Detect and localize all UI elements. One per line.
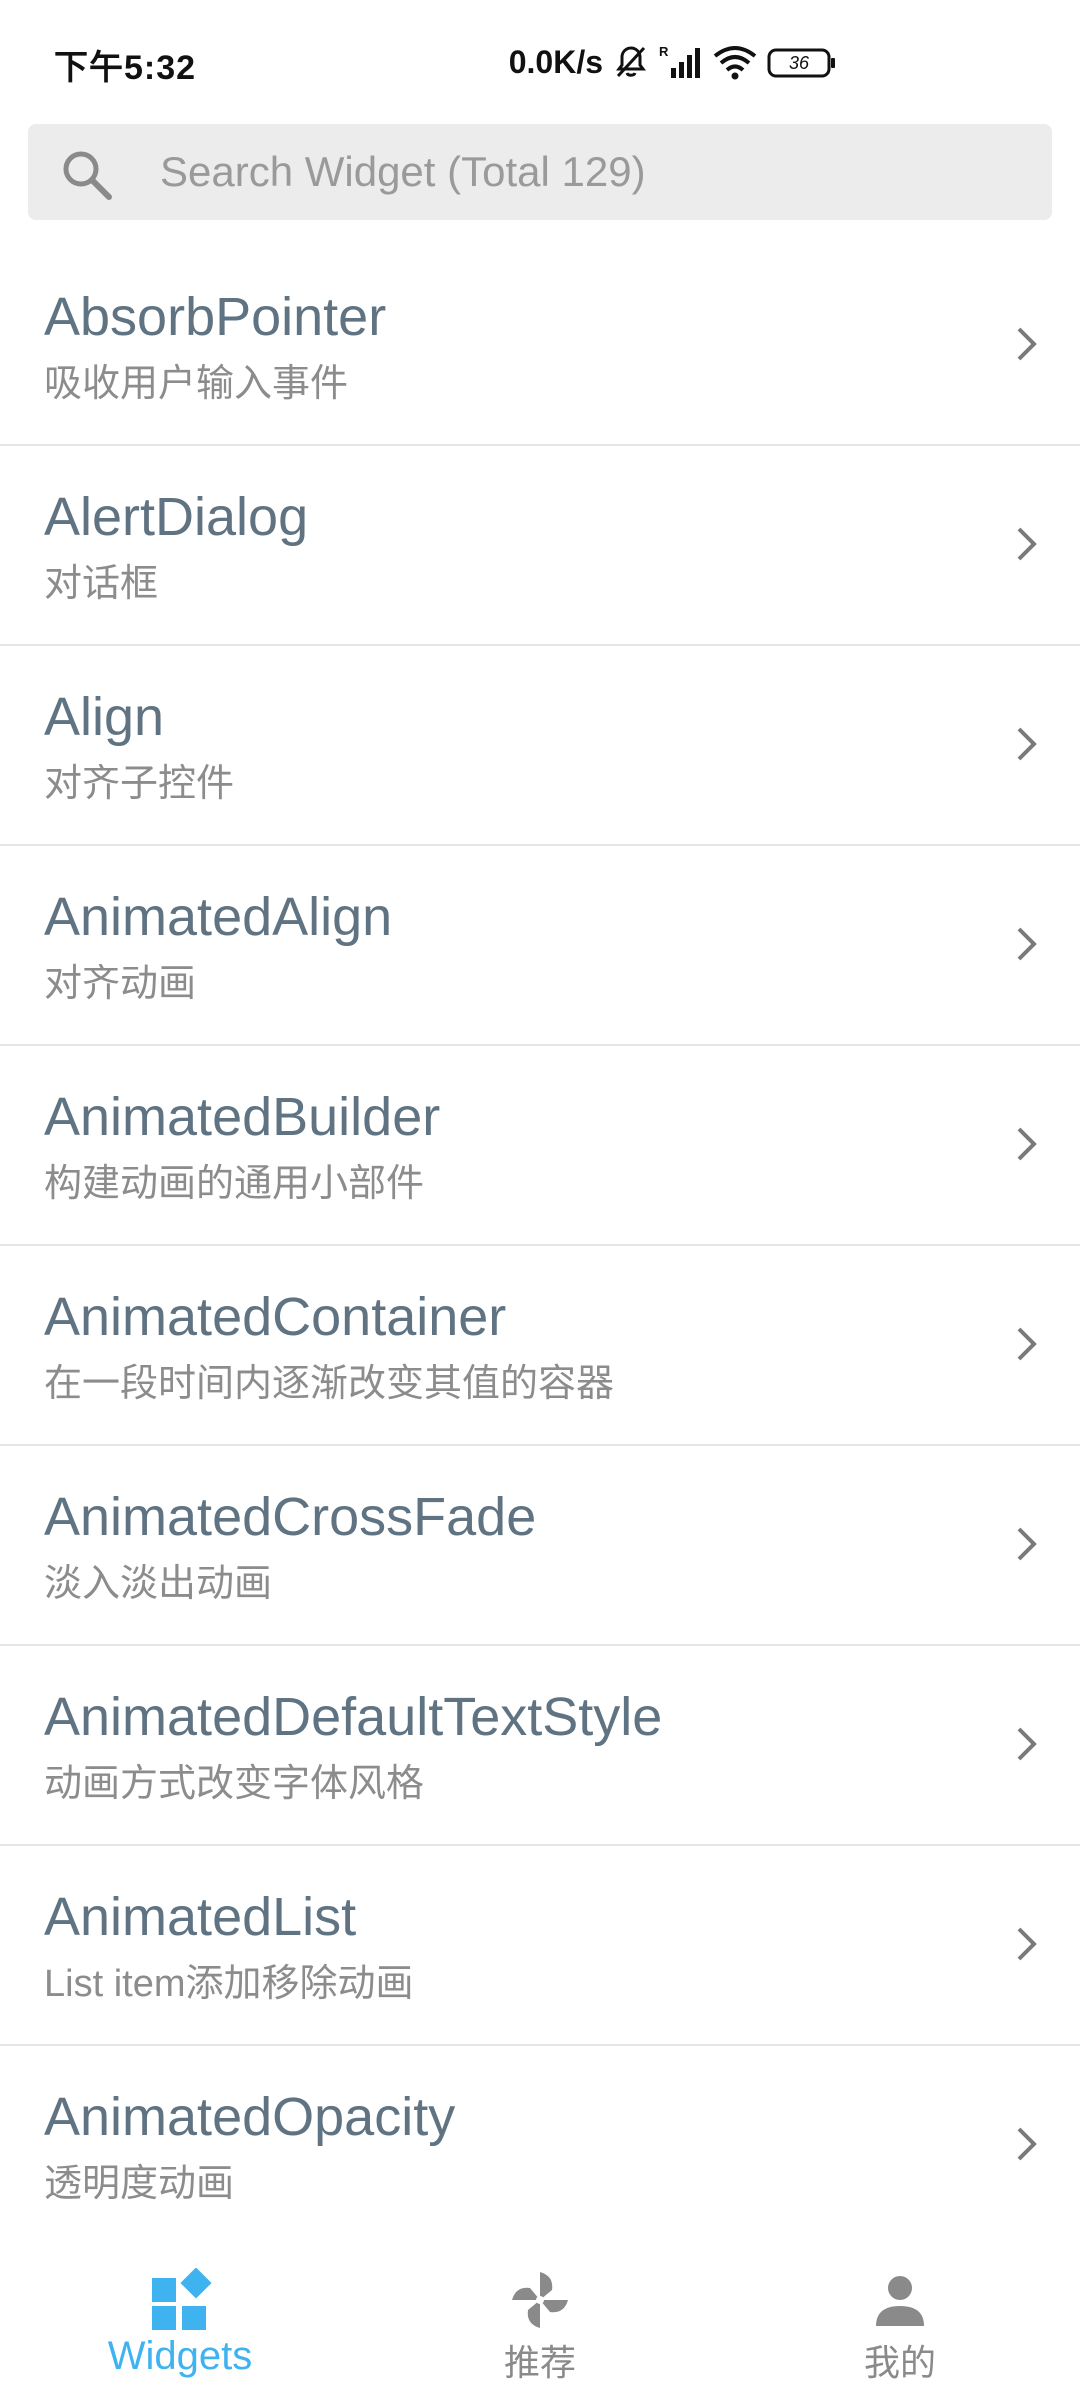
item-title: AnimatedAlign [44,887,393,947]
list-item[interactable]: AnimatedBuilder 构建动画的通用小部件 [0,1046,1080,1246]
widgets-icon [152,2268,212,2330]
chevron-right-icon [1017,1327,1037,1361]
list-item[interactable]: AnimatedDefaultTextStyle 动画方式改变字体风格 [0,1646,1080,1846]
list-item[interactable]: AnimatedAlign 对齐动画 [0,846,1080,1046]
bottom-nav: Widgets 推荐 我的 [0,2240,1080,2400]
chevron-right-icon [1017,927,1037,961]
person-icon [876,2276,924,2326]
nav-label-widgets: Widgets [107,2334,253,2378]
item-subtitle: List item添加移除动画 [44,1963,414,2005]
nav-label-recommend: 推荐 [503,2342,576,2383]
list-item[interactable]: AnimatedContainer 在一段时间内逐渐改变其值的容器 [0,1246,1080,1446]
status-bar: 下午5:32 0.0K/s R 36 [0,0,1080,120]
item-title: AnimatedBuilder [44,1087,441,1147]
mute-bell-icon [616,46,646,78]
widget-list: AbsorbPointer 吸收用户输入事件 AlertDialog 对话框 A… [0,246,1080,2246]
item-title: AnimatedContainer [44,1287,507,1347]
chevron-right-icon [1017,2127,1037,2161]
nav-label-profile: 我的 [863,2342,936,2383]
item-title: AlertDialog [44,487,309,547]
chevron-right-icon [1017,527,1037,561]
status-icons: 0.0K/s R 36 [509,42,837,82]
search-input[interactable] [160,124,1020,220]
list-item[interactable]: AbsorbPointer 吸收用户输入事件 [0,246,1080,446]
item-subtitle: 透明度动画 [44,2163,235,2205]
chevron-right-icon [1017,1127,1037,1161]
chevron-right-icon [1017,727,1037,761]
status-time: 下午5:32 [54,49,197,87]
chevron-right-icon [1017,327,1037,361]
item-subtitle: 淡入淡出动画 [44,1563,273,1605]
chevron-right-icon [1017,1927,1037,1961]
nav-item-recommend[interactable]: 推荐 [360,2240,720,2400]
network-speed: 0.0K/s [508,43,603,80]
item-subtitle: 对齐子控件 [44,763,235,805]
pinwheel-icon [512,2272,568,2328]
chevron-right-icon [1017,1727,1037,1761]
item-title: AnimatedList [44,1887,357,1947]
item-title: AbsorbPointer [44,287,387,347]
item-subtitle: 在一段时间内逐渐改变其值的容器 [44,1363,615,1405]
item-subtitle: 吸收用户输入事件 [44,363,349,405]
list-item[interactable]: AlertDialog 对话框 [0,446,1080,646]
list-item[interactable]: AnimatedList List item添加移除动画 [0,1846,1080,2046]
search-icon [63,151,112,200]
search-bar[interactable] [28,124,1052,220]
item-title: AnimatedDefaultTextStyle [44,1687,663,1747]
signal-icon: R [659,44,700,78]
list-item[interactable]: AnimatedOpacity 透明度动画 [0,2046,1080,2246]
item-subtitle: 构建动画的通用小部件 [44,1163,425,1205]
nav-item-profile[interactable]: 我的 [720,2240,1080,2400]
battery-level: 36 [789,53,810,73]
battery-icon: 36 [767,48,835,78]
item-title: AnimatedOpacity [44,2087,456,2147]
chevron-right-icon [1017,1527,1037,1561]
wifi-icon [713,46,757,80]
list-item[interactable]: Align 对齐子控件 [0,646,1080,846]
list-item[interactable]: AnimatedCrossFade 淡入淡出动画 [0,1446,1080,1646]
item-subtitle: 对齐动画 [44,963,197,1005]
item-subtitle: 动画方式改变字体风格 [44,1763,425,1805]
screen: 下午5:32 0.0K/s R 36 Search Widget (Total … [0,0,1080,2400]
nav-item-widgets[interactable]: Widgets [0,2240,360,2400]
item-subtitle: 对话框 [44,563,159,605]
svg-text:R: R [659,44,669,59]
item-title: AnimatedCrossFade [44,1487,537,1547]
item-title: Align [44,687,165,747]
